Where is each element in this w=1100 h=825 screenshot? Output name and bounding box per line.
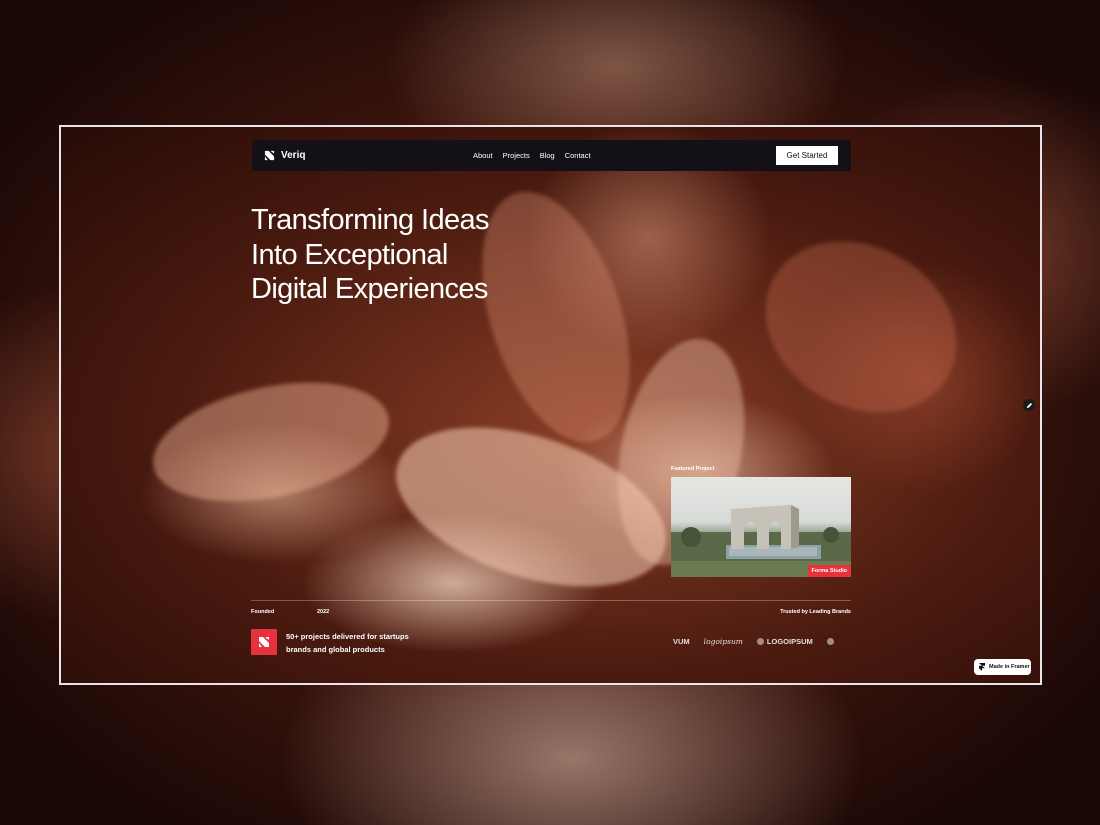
made-in-framer-label: Made in Framer (989, 664, 1030, 670)
brand-logo[interactable]: Veriq (264, 150, 305, 161)
hero-title-line: Digital Experiences (251, 273, 488, 305)
nav-link-contact[interactable]: Contact (565, 151, 591, 160)
hero-title-line: Transforming Ideas (251, 204, 490, 236)
framer-icon (979, 663, 985, 671)
nav-links: About Projects Blog Contact (473, 140, 591, 171)
petal-highlight (142, 363, 400, 521)
featured-project-badge: Forma Studio (807, 565, 851, 577)
petal-highlight (734, 207, 988, 447)
featured-project-label: Featured Project (671, 466, 715, 472)
nav-link-blog[interactable]: Blog (540, 151, 555, 160)
brand-logos: VUM logoipsum LOGOIPSUM (673, 635, 834, 647)
section-divider (251, 600, 851, 601)
website-preview-frame: Veriq About Projects Blog Contact Get St… (59, 125, 1042, 685)
brand-logo-vum: VUM (673, 636, 690, 646)
made-in-framer-badge[interactable]: Made in Framer (974, 659, 1031, 675)
hero-title-line: Into Exceptional (251, 238, 448, 271)
hero-title: Transforming Ideas Into Exceptional Digi… (251, 203, 571, 307)
brand-dot-icon (756, 637, 764, 645)
edit-icon[interactable] (1023, 399, 1035, 411)
logo-mark-icon (264, 150, 275, 161)
projects-stat-text: 50+ projects delivered for startups bran… (286, 632, 409, 654)
featured-project-image (671, 505, 851, 577)
nav-link-about[interactable]: About (473, 151, 493, 160)
nav-link-projects[interactable]: Projects (503, 151, 530, 160)
brand-dot-icon (826, 637, 834, 645)
navbar: Veriq About Projects Blog Contact Get St… (252, 140, 851, 171)
brand-logo-text: LOGOIPSUM (766, 636, 813, 646)
trusted-brands-label: Trusted by Leading Brands (780, 609, 851, 615)
brand-name: Veriq (281, 150, 306, 161)
brand-logo-logoipsum: LOGOIPSUM (756, 636, 813, 646)
founded-label: Founded (251, 609, 275, 615)
featured-project-card[interactable]: Forma Studio (671, 477, 851, 577)
brand-logo-logoipsum-script: logoipsum (703, 636, 743, 646)
founded-year: 2022 (317, 609, 330, 615)
logo-mark-icon (251, 629, 277, 655)
get-started-button[interactable]: Get Started (776, 146, 838, 165)
